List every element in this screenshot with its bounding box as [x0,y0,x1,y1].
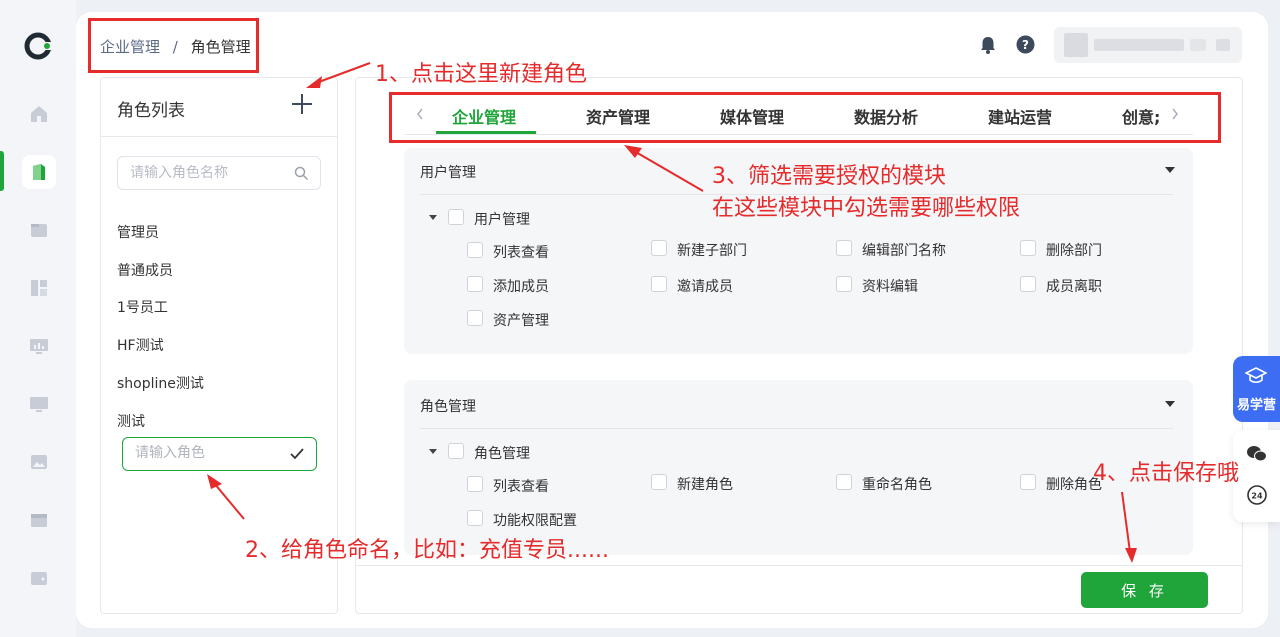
annotation-step-3-line-2: 在这些模块中勾选需要哪些权限 [712,196,1021,221]
annotation-step-3-line-1: 3、筛选需要授权的模块 [712,164,946,189]
annotation-step-4: 4、点击保存哦 [1093,461,1239,486]
annotation-step-2: 2、给角色命名，比如：充值专员...... [245,538,609,563]
annotation-step-1: 1、点击这里新建角色 [375,62,587,87]
annotation-arrows [207,62,1137,563]
